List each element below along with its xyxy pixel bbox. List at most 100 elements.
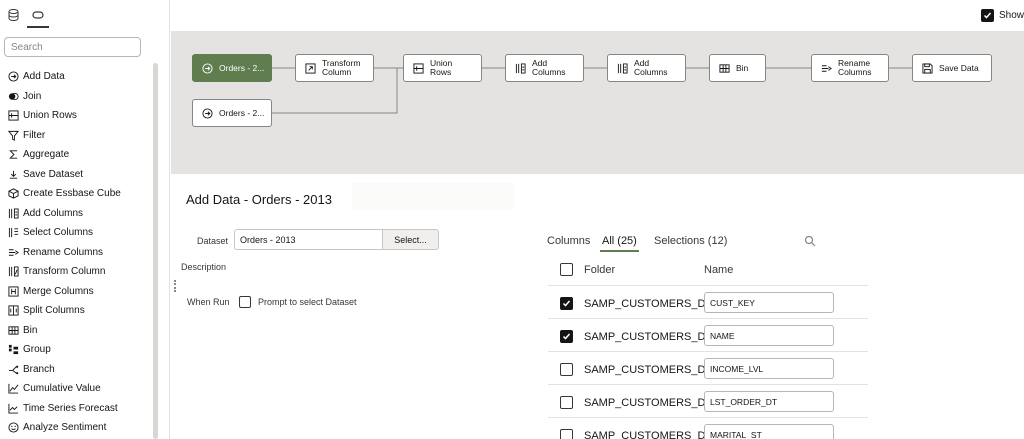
- add-columns-icon: [616, 62, 628, 74]
- flow-node-add-columns-2[interactable]: Add Columns: [607, 54, 686, 82]
- union-rows-icon: [412, 62, 424, 74]
- time-series-icon: [7, 402, 19, 414]
- flow-node-orders-2013[interactable]: Orders - 2...: [192, 54, 272, 82]
- merge-columns-icon: [7, 285, 19, 297]
- flow-node-save-data[interactable]: Save Data: [912, 54, 992, 82]
- sidebar-item-label: Bin: [23, 324, 38, 336]
- folder-cell: SAMP_CUSTOMERS_D: [584, 430, 706, 439]
- flow-links: [272, 67, 912, 114]
- checkmark-icon: [562, 333, 571, 340]
- sidebar-item-create-essbase-cube[interactable]: Create Essbase Cube: [0, 184, 152, 204]
- row-checkbox[interactable]: [560, 363, 573, 376]
- sidebar-item-label: Add Data: [23, 71, 65, 83]
- flow-node-transform-column[interactable]: Transform Column: [295, 54, 374, 82]
- flow-node-rename-columns[interactable]: Rename Columns: [811, 54, 889, 82]
- row-divider: [548, 351, 868, 352]
- folder-cell: SAMP_CUSTOMERS_D: [584, 331, 706, 343]
- node-label: Orders - 2...: [219, 62, 265, 73]
- folder-cell: SAMP_CUSTOMERS_D: [584, 397, 706, 409]
- column-name-input[interactable]: MARITAL_ST: [704, 424, 834, 439]
- sidebar-item-analyze-sentiment[interactable]: Analyze Sentiment: [0, 418, 152, 438]
- sidebar-item-transform-column[interactable]: Transform Column: [0, 262, 152, 282]
- node-label-line2: Columns: [532, 67, 566, 77]
- transform-column-icon: [7, 266, 19, 278]
- sidebar-item-label: Merge Columns: [23, 285, 94, 297]
- prompt-checkbox[interactable]: [239, 296, 251, 308]
- node-label: Union Rows: [430, 59, 452, 77]
- sidebar-item-label: Analyze Sentiment: [23, 422, 107, 434]
- column-name-input[interactable]: INCOME_LVL: [704, 358, 834, 379]
- sidebar-item-rename-columns[interactable]: Rename Columns: [0, 243, 152, 263]
- column-name-input[interactable]: NAME: [704, 325, 834, 346]
- cumulative-value-icon: [7, 383, 19, 395]
- rename-columns-icon: [7, 246, 19, 258]
- sidebar-item-add-columns[interactable]: Add Columns: [0, 204, 152, 224]
- sidebar-item-join[interactable]: Join: [0, 87, 152, 107]
- sidebar-item-select-columns[interactable]: Select Columns: [0, 223, 152, 243]
- row-divider: [548, 384, 868, 385]
- checkmark-icon: [562, 300, 571, 307]
- steps-tab-icon[interactable]: [27, 6, 49, 28]
- sidebar-item-label: Split Columns: [23, 305, 85, 317]
- sidebar-item-branch[interactable]: Branch: [0, 360, 152, 380]
- cube-icon: [7, 188, 19, 200]
- sidebar-item-aggregate[interactable]: Aggregate: [0, 145, 152, 165]
- sidebar-item-merge-columns[interactable]: Merge Columns: [0, 282, 152, 302]
- flow-node-add-columns-1[interactable]: Add Columns: [505, 54, 584, 82]
- folder-cell: SAMP_CUSTOMERS_D: [584, 298, 706, 310]
- transform-column-icon: [304, 62, 316, 74]
- sidebar-scrollbar[interactable]: [153, 63, 158, 439]
- search-icon[interactable]: [804, 235, 816, 247]
- sidebar-item-bin[interactable]: Bin: [0, 321, 152, 341]
- folder-cell: SAMP_CUSTOMERS_D: [584, 364, 706, 376]
- sidebar-item-label: Filter: [23, 129, 46, 141]
- split-columns-icon: [7, 305, 19, 317]
- node-label: Rename Columns: [838, 59, 872, 77]
- sidebar-item-label: Select Columns: [23, 227, 94, 239]
- sidebar-item-time-series-forecast[interactable]: Time Series Forecast: [0, 399, 152, 419]
- node-label-line2: Column: [322, 67, 352, 77]
- resize-handle[interactable]: [174, 280, 176, 292]
- node-label-line2: Columns: [838, 67, 872, 77]
- select-all-checkbox[interactable]: [560, 263, 573, 276]
- row-checkbox[interactable]: [560, 330, 573, 343]
- bin-icon: [718, 62, 730, 74]
- when-run-label: When Run: [187, 297, 230, 307]
- sidebar-item-group[interactable]: Group: [0, 340, 152, 360]
- row-checkbox[interactable]: [560, 396, 573, 409]
- search-input[interactable]: [4, 37, 141, 57]
- sidebar-item-label: Add Columns: [23, 207, 84, 219]
- rename-columns-icon: [820, 62, 832, 74]
- column-name-input[interactable]: CUST_KEY: [704, 292, 834, 313]
- sidebar-item-cumulative-value[interactable]: Cumulative Value: [0, 379, 152, 399]
- panel-title: Add Data - Orders - 2013: [186, 192, 332, 207]
- dataset-field[interactable]: Orders - 2013: [234, 229, 382, 250]
- columns-label: Columns: [547, 235, 591, 247]
- tab-selections[interactable]: Selections (12): [654, 235, 727, 247]
- data-tab-icon[interactable]: [4, 6, 22, 24]
- flow-node-union-rows[interactable]: Union Rows: [403, 54, 482, 82]
- node-label: Orders - 2...: [219, 107, 265, 118]
- sidebar-item-union-rows[interactable]: Union Rows: [0, 106, 152, 126]
- flow-canvas: Orders - 2... Transform Column Union Rows …: [171, 31, 1024, 174]
- row-checkbox[interactable]: [560, 297, 573, 310]
- node-label: Transform Column: [322, 59, 360, 77]
- sidebar-item-filter[interactable]: Filter: [0, 126, 152, 146]
- sidebar-item-save-dataset[interactable]: Save Dataset: [0, 165, 152, 185]
- sidebar-item-split-columns[interactable]: Split Columns: [0, 301, 152, 321]
- select-columns-icon: [7, 227, 19, 239]
- flow-node-orders-2013-second[interactable]: Orders - 2...: [192, 99, 272, 127]
- node-label: Add Columns: [532, 59, 566, 77]
- node-label-line2: Columns: [634, 67, 668, 77]
- tab-all[interactable]: All (25): [600, 235, 639, 252]
- show-checkbox[interactable]: [981, 9, 994, 22]
- join-icon: [7, 90, 19, 102]
- sidebar-item-add-data[interactable]: Add Data: [0, 67, 152, 87]
- save-dataset-icon: [7, 168, 19, 180]
- flow-node-bin[interactable]: Bin: [709, 54, 766, 82]
- row-divider: [548, 417, 868, 418]
- select-dataset-button[interactable]: Select...: [382, 229, 439, 250]
- row-checkbox[interactable]: [560, 429, 573, 439]
- column-name-input[interactable]: LST_ORDER_DT: [704, 391, 834, 412]
- sidebar-item-label: Union Rows: [23, 110, 77, 122]
